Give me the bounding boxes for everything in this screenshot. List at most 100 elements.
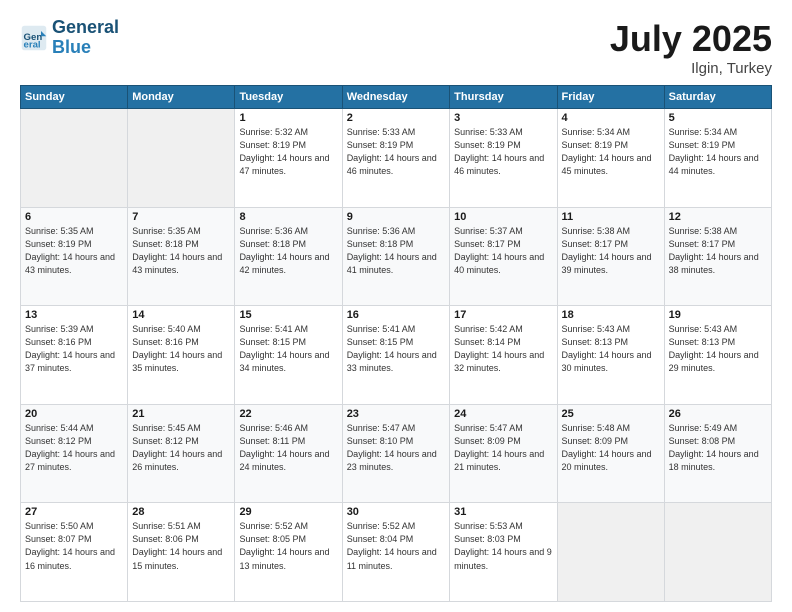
calendar-cell: 16 Sunrise: 5:41 AM Sunset: 8:15 PM Dayli… bbox=[342, 306, 449, 405]
calendar-cell: 24 Sunrise: 5:47 AM Sunset: 8:09 PM Dayli… bbox=[450, 404, 557, 503]
calendar-cell: 9Sunrise: 5:36 AM Sunset: 8:18 PM Daylig… bbox=[342, 207, 449, 306]
day-info: Sunrise: 5:53 AM Sunset: 8:03 PM Dayligh… bbox=[454, 520, 552, 572]
calendar-cell: 15Sunrise: 5:41 AM Sunset: 8:15 PM Dayli… bbox=[235, 306, 342, 405]
day-number: 29 bbox=[239, 506, 337, 518]
week-row-3: 13 Sunrise: 5:39 AM Sunset: 8:16 PM Dayli… bbox=[21, 306, 772, 405]
day-number: 16 bbox=[347, 309, 445, 321]
calendar-title: July 2025 bbox=[610, 18, 772, 60]
calendar-cell: 21 Sunrise: 5:45 AM Sunset: 8:12 PM Dayli… bbox=[128, 404, 235, 503]
day-info: Sunrise: 5:41 AM Sunset: 8:15 PM Dayligh… bbox=[347, 323, 445, 375]
day-number: 30 bbox=[347, 506, 445, 518]
calendar-cell: 12 Sunrise: 5:38 AM Sunset: 8:17 PM Dayli… bbox=[664, 207, 771, 306]
day-info: Sunrise: 5:52 AM Sunset: 8:05 PM Dayligh… bbox=[239, 520, 337, 572]
day-number: 7 bbox=[132, 211, 230, 223]
week-row-4: 20 Sunrise: 5:44 AM Sunset: 8:12 PM Dayli… bbox=[21, 404, 772, 503]
day-number: 3 bbox=[454, 112, 552, 124]
day-info: Sunrise: 5:46 AM Sunset: 8:11 PM Dayligh… bbox=[239, 422, 337, 474]
day-info: Sunrise: 5:43 AM Sunset: 8:13 PM Dayligh… bbox=[669, 323, 767, 375]
day-info: Sunrise: 5:50 AM Sunset: 8:07 PM Dayligh… bbox=[25, 520, 123, 572]
day-number: 20 bbox=[25, 408, 123, 420]
day-info: Sunrise: 5:39 AM Sunset: 8:16 PM Dayligh… bbox=[25, 323, 123, 375]
day-number: 15 bbox=[239, 309, 337, 321]
calendar-cell: 30 Sunrise: 5:52 AM Sunset: 8:04 PM Dayli… bbox=[342, 503, 449, 602]
header: Gen eral GeneralBlue July 2025 Ilgin, Tu… bbox=[20, 18, 772, 77]
title-block: July 2025 Ilgin, Turkey bbox=[610, 18, 772, 77]
day-number: 31 bbox=[454, 506, 552, 518]
day-info: Sunrise: 5:36 AM Sunset: 8:18 PM Dayligh… bbox=[239, 225, 337, 277]
day-number: 26 bbox=[669, 408, 767, 420]
day-info: Sunrise: 5:47 AM Sunset: 8:09 PM Dayligh… bbox=[454, 422, 552, 474]
day-number: 5 bbox=[669, 112, 767, 124]
day-info: Sunrise: 5:32 AM Sunset: 8:19 PM Dayligh… bbox=[239, 126, 337, 178]
day-info: Sunrise: 5:47 AM Sunset: 8:10 PM Dayligh… bbox=[347, 422, 445, 474]
day-info: Sunrise: 5:34 AM Sunset: 8:19 PM Dayligh… bbox=[669, 126, 767, 178]
day-info: Sunrise: 5:35 AM Sunset: 8:19 PM Dayligh… bbox=[25, 225, 123, 277]
day-number: 28 bbox=[132, 506, 230, 518]
calendar-cell: 17Sunrise: 5:42 AM Sunset: 8:14 PM Dayli… bbox=[450, 306, 557, 405]
calendar-cell: 2Sunrise: 5:33 AM Sunset: 8:19 PM Daylig… bbox=[342, 109, 449, 208]
day-number: 1 bbox=[239, 112, 337, 124]
day-number: 24 bbox=[454, 408, 552, 420]
calendar-cell: 22 Sunrise: 5:46 AM Sunset: 8:11 PM Dayli… bbox=[235, 404, 342, 503]
day-info: Sunrise: 5:33 AM Sunset: 8:19 PM Dayligh… bbox=[454, 126, 552, 178]
calendar-cell: 31 Sunrise: 5:53 AM Sunset: 8:03 PM Dayli… bbox=[450, 503, 557, 602]
calendar-cell bbox=[21, 109, 128, 208]
logo: Gen eral GeneralBlue bbox=[20, 18, 119, 58]
day-number: 22 bbox=[239, 408, 337, 420]
day-info: Sunrise: 5:37 AM Sunset: 8:17 PM Dayligh… bbox=[454, 225, 552, 277]
calendar-cell: 11Sunrise: 5:38 AM Sunset: 8:17 PM Dayli… bbox=[557, 207, 664, 306]
calendar-cell: 6 Sunrise: 5:35 AM Sunset: 8:19 PM Daylig… bbox=[21, 207, 128, 306]
calendar-cell: 5 Sunrise: 5:34 AM Sunset: 8:19 PM Daylig… bbox=[664, 109, 771, 208]
day-info: Sunrise: 5:49 AM Sunset: 8:08 PM Dayligh… bbox=[669, 422, 767, 474]
day-number: 4 bbox=[562, 112, 660, 124]
day-info: Sunrise: 5:45 AM Sunset: 8:12 PM Dayligh… bbox=[132, 422, 230, 474]
day-info: Sunrise: 5:36 AM Sunset: 8:18 PM Dayligh… bbox=[347, 225, 445, 277]
day-info: Sunrise: 5:51 AM Sunset: 8:06 PM Dayligh… bbox=[132, 520, 230, 572]
calendar-table: SundayMondayTuesdayWednesdayThursdayFrid… bbox=[20, 85, 772, 602]
day-number: 19 bbox=[669, 309, 767, 321]
day-info: Sunrise: 5:48 AM Sunset: 8:09 PM Dayligh… bbox=[562, 422, 660, 474]
weekday-header-wednesday: Wednesday bbox=[342, 86, 449, 109]
calendar-cell: 10 Sunrise: 5:37 AM Sunset: 8:17 PM Dayli… bbox=[450, 207, 557, 306]
calendar-subtitle: Ilgin, Turkey bbox=[610, 60, 772, 77]
calendar-cell: 20 Sunrise: 5:44 AM Sunset: 8:12 PM Dayli… bbox=[21, 404, 128, 503]
calendar-cell: 29 Sunrise: 5:52 AM Sunset: 8:05 PM Dayli… bbox=[235, 503, 342, 602]
day-number: 6 bbox=[25, 211, 123, 223]
weekday-header-sunday: Sunday bbox=[21, 86, 128, 109]
week-row-1: 1 Sunrise: 5:32 AM Sunset: 8:19 PM Daylig… bbox=[21, 109, 772, 208]
day-number: 25 bbox=[562, 408, 660, 420]
day-number: 21 bbox=[132, 408, 230, 420]
calendar-cell: 19 Sunrise: 5:43 AM Sunset: 8:13 PM Dayli… bbox=[664, 306, 771, 405]
day-number: 18 bbox=[562, 309, 660, 321]
page: Gen eral GeneralBlue July 2025 Ilgin, Tu… bbox=[0, 0, 792, 612]
day-number: 23 bbox=[347, 408, 445, 420]
calendar-cell: 14Sunrise: 5:40 AM Sunset: 8:16 PM Dayli… bbox=[128, 306, 235, 405]
weekday-header-friday: Friday bbox=[557, 86, 664, 109]
day-number: 13 bbox=[25, 309, 123, 321]
svg-text:eral: eral bbox=[24, 39, 41, 50]
day-number: 10 bbox=[454, 211, 552, 223]
calendar-cell: 26 Sunrise: 5:49 AM Sunset: 8:08 PM Dayli… bbox=[664, 404, 771, 503]
calendar-cell: 23 Sunrise: 5:47 AM Sunset: 8:10 PM Dayli… bbox=[342, 404, 449, 503]
day-number: 8 bbox=[239, 211, 337, 223]
day-info: Sunrise: 5:35 AM Sunset: 8:18 PM Dayligh… bbox=[132, 225, 230, 277]
day-info: Sunrise: 5:52 AM Sunset: 8:04 PM Dayligh… bbox=[347, 520, 445, 572]
day-info: Sunrise: 5:44 AM Sunset: 8:12 PM Dayligh… bbox=[25, 422, 123, 474]
calendar-cell: 18 Sunrise: 5:43 AM Sunset: 8:13 PM Dayli… bbox=[557, 306, 664, 405]
day-info: Sunrise: 5:33 AM Sunset: 8:19 PM Dayligh… bbox=[347, 126, 445, 178]
day-info: Sunrise: 5:38 AM Sunset: 8:17 PM Dayligh… bbox=[562, 225, 660, 277]
day-info: Sunrise: 5:43 AM Sunset: 8:13 PM Dayligh… bbox=[562, 323, 660, 375]
logo-icon: Gen eral bbox=[20, 24, 48, 52]
calendar-cell: 8 Sunrise: 5:36 AM Sunset: 8:18 PM Daylig… bbox=[235, 207, 342, 306]
calendar-cell: 7 Sunrise: 5:35 AM Sunset: 8:18 PM Daylig… bbox=[128, 207, 235, 306]
calendar-cell bbox=[664, 503, 771, 602]
calendar-cell: 1 Sunrise: 5:32 AM Sunset: 8:19 PM Daylig… bbox=[235, 109, 342, 208]
weekday-header-thursday: Thursday bbox=[450, 86, 557, 109]
week-row-5: 27 Sunrise: 5:50 AM Sunset: 8:07 PM Dayli… bbox=[21, 503, 772, 602]
day-number: 27 bbox=[25, 506, 123, 518]
day-info: Sunrise: 5:38 AM Sunset: 8:17 PM Dayligh… bbox=[669, 225, 767, 277]
calendar-cell bbox=[128, 109, 235, 208]
weekday-header-tuesday: Tuesday bbox=[235, 86, 342, 109]
calendar-cell: 28 Sunrise: 5:51 AM Sunset: 8:06 PM Dayli… bbox=[128, 503, 235, 602]
day-number: 12 bbox=[669, 211, 767, 223]
